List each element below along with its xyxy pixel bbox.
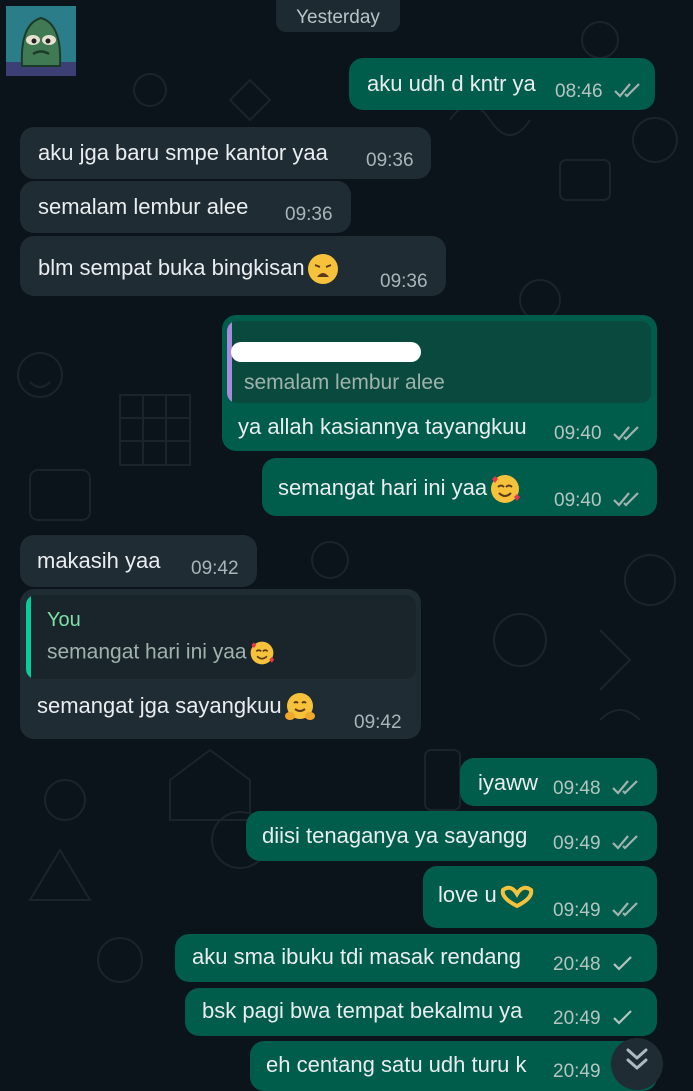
double-check-read-icon [613, 492, 639, 507]
double-check-read-icon [612, 835, 638, 850]
smiling-face-with-hearts-emoji-icon [250, 641, 274, 665]
message-text: semangat jga sayangkuu [37, 691, 316, 723]
incoming-message[interactable]: aku jga baru smpe kantor yaa 09:36 [20, 127, 431, 179]
date-separator: Yesterday [276, 0, 400, 32]
message-text: iyaww [478, 770, 538, 795]
double-chevron-down-icon [626, 1048, 648, 1070]
incoming-message[interactable]: semalam lembur alee 09:36 [20, 181, 351, 233]
heart-hands-emoji-icon [500, 885, 533, 909]
message-text: eh centang satu udh turu k [266, 1052, 527, 1077]
message-time: 09:40 [554, 423, 602, 444]
message-text: bsk pagi bwa tempat bekalmu ya [202, 998, 523, 1023]
quoted-text: semangat hari ini yaa [47, 640, 275, 666]
double-check-read-icon [614, 83, 640, 98]
message-text: makasih yaa [37, 548, 161, 573]
message-time: 08:46 [555, 81, 603, 102]
incoming-message[interactable]: makasih yaa 09:42 [20, 535, 257, 587]
message-text: aku sma ibuku tdi masak rendang [192, 944, 521, 969]
message-text: semalam lembur alee [38, 194, 249, 219]
outgoing-message[interactable]: diisi tenaganya ya sayangg 09:49 [246, 811, 657, 861]
quote-accent-bar [227, 321, 232, 403]
message-time: 09:48 [553, 778, 601, 799]
quoted-message[interactable]: You semangat hari ini yaa [26, 595, 416, 679]
message-time: 09:36 [366, 150, 414, 171]
message-text-content: semangat hari ini yaa [278, 474, 488, 500]
single-check-sent-icon [613, 1010, 632, 1025]
redacted-author [231, 342, 421, 362]
scroll-to-bottom-button[interactable] [611, 1038, 663, 1090]
smiling-face-with-hearts-emoji-icon [491, 475, 521, 503]
message-text-content: blm sempat buka bingkisan [38, 254, 305, 280]
incoming-reply-message[interactable]: You semangat hari ini yaa semangat jga s… [20, 589, 421, 739]
message-time: 09:40 [554, 490, 602, 511]
quoted-text-content: semangat hari ini yaa [47, 640, 247, 664]
outgoing-message[interactable]: aku sma ibuku tdi masak rendang 20:48 [175, 934, 657, 982]
avatar-image [6, 6, 76, 76]
message-text-content: semangat jga sayangkuu [37, 692, 282, 718]
message-text: ya allah kasiannya tayangkuu [238, 414, 527, 439]
outgoing-message[interactable]: semangat hari ini yaa 09:40 [262, 458, 657, 516]
message-time: 09:42 [354, 712, 402, 733]
double-check-read-icon [612, 902, 638, 917]
message-time: 09:49 [553, 900, 601, 921]
quote-accent-bar [26, 595, 31, 679]
quoted-text: semalam lembur alee [244, 371, 445, 394]
message-text: aku udh d kntr ya [367, 71, 536, 96]
outgoing-reply-message[interactable]: semalam lembur alee ya allah kasiannya t… [222, 315, 657, 451]
double-check-read-icon [613, 426, 639, 441]
contact-avatar[interactable] [6, 6, 76, 76]
message-time: 09:36 [285, 204, 333, 225]
outgoing-message[interactable]: aku udh d kntr ya 08:46 [349, 58, 655, 110]
message-text: love u [438, 882, 535, 909]
message-time: 20:48 [553, 954, 601, 975]
message-text-content: love u [438, 882, 497, 907]
outgoing-message[interactable]: eh centang satu udh turu k 20:49 [250, 1041, 657, 1091]
hugging-face-emoji-icon [284, 693, 315, 720]
outgoing-message[interactable]: iyaww 09:48 [460, 758, 657, 806]
message-time: 09:49 [553, 833, 601, 854]
quoted-message[interactable]: semalam lembur alee [227, 321, 651, 403]
message-time: 20:49 [553, 1008, 601, 1029]
message-text: blm sempat buka bingkisan [38, 253, 339, 285]
quoted-author: You [47, 609, 81, 631]
outgoing-message[interactable]: bsk pagi bwa tempat bekalmu ya 20:49 [185, 988, 657, 1036]
incoming-message[interactable]: blm sempat buka bingkisan 09:36 [20, 236, 446, 296]
message-time: 09:42 [191, 558, 239, 579]
message-time: 09:36 [380, 271, 428, 292]
single-check-sent-icon [613, 956, 632, 971]
weary-face-emoji-icon [307, 254, 338, 284]
double-check-read-icon [612, 780, 638, 795]
message-text: semangat hari ini yaa [278, 473, 521, 505]
message-text: aku jga baru smpe kantor yaa [38, 140, 328, 165]
outgoing-message[interactable]: love u 09:49 [423, 866, 657, 928]
message-text: diisi tenaganya ya sayangg [262, 823, 528, 848]
